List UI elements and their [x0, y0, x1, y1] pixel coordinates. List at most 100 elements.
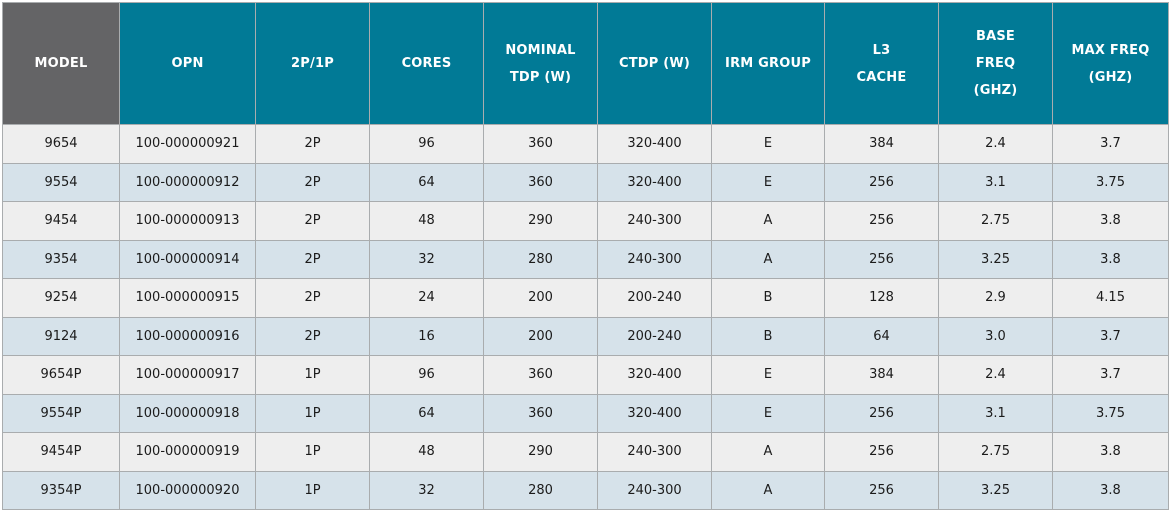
column-header-line: MAX FREQ: [1071, 42, 1150, 58]
cell-socket: 2P: [255, 201, 370, 241]
column-header-ctdp: CTDP (W): [597, 2, 712, 125]
cell-max-freq: 3.7: [1052, 316, 1169, 356]
cell-nominal-tdp: 360: [483, 355, 598, 395]
cell-opn: 100-000000919: [119, 432, 256, 472]
cell-base-freq: 2.75: [938, 201, 1053, 241]
cell-cores: 32: [369, 239, 484, 279]
cell-l3-cache: 384: [824, 355, 939, 395]
column-header-line: 2P/1P: [291, 56, 334, 71]
column-header-line: OPN: [171, 56, 204, 71]
cell-ctdp: 320-400: [597, 124, 712, 164]
cell-l3-cache: 64: [824, 316, 939, 356]
column-header-model: MODEL: [2, 2, 120, 125]
column-header-line: IRM GROUP: [725, 56, 811, 71]
cell-base-freq: 3.1: [938, 393, 1053, 433]
table-row: 9554 100-000000912 2P 64 360 320-400 E 256 3.1 3.…: [2, 162, 1169, 202]
cell-nominal-tdp: 200: [483, 316, 598, 356]
cell-nominal-tdp: 360: [483, 393, 598, 433]
cell-base-freq: 3.0: [938, 316, 1053, 356]
cell-max-freq: 4.15: [1052, 278, 1169, 318]
cell-base-freq: 3.1: [938, 162, 1053, 202]
cell-irm-group: B: [711, 278, 825, 318]
column-header-line: CACHE: [856, 69, 907, 85]
cell-l3-cache: 256: [824, 393, 939, 433]
column-header-cores: CORES: [369, 2, 484, 125]
cell-nominal-tdp: 360: [483, 124, 598, 164]
cell-l3-cache: 256: [824, 201, 939, 241]
cell-irm-group: A: [711, 239, 825, 279]
cell-model: 9354: [2, 239, 120, 279]
cell-cores: 48: [369, 432, 484, 472]
cell-nominal-tdp: 290: [483, 201, 598, 241]
column-header-max-freq: MAX FREQ (GHZ): [1052, 2, 1169, 125]
cell-model: 9454: [2, 201, 120, 241]
cell-irm-group: A: [711, 201, 825, 241]
cell-base-freq: 2.75: [938, 432, 1053, 472]
cell-l3-cache: 256: [824, 239, 939, 279]
column-header-line: FREQ: [975, 56, 1016, 71]
cell-socket: 2P: [255, 316, 370, 356]
cell-base-freq: 2.4: [938, 124, 1053, 164]
cell-cores: 16: [369, 316, 484, 356]
cell-cores: 24: [369, 278, 484, 318]
cell-model: 9254: [2, 278, 120, 318]
cell-nominal-tdp: 280: [483, 239, 598, 279]
column-header-nominal-tdp: NOMINAL TDP (W): [483, 2, 598, 125]
column-header-l3-cache: L3 CACHE: [824, 2, 939, 125]
column-header-line: (GHZ): [1088, 69, 1133, 85]
table-row: 9124 100-000000916 2P 16 200 200-240 B 64 3.0 3.7: [2, 316, 1169, 356]
cell-ctdp: 320-400: [597, 393, 712, 433]
cell-opn: 100-000000914: [119, 239, 256, 279]
processor-spec-table: MODEL OPN 2P/1P CORES NOMINAL TDP (W) CTDP (W)…: [2, 2, 1169, 510]
column-header-line: CORES: [401, 56, 452, 71]
processor-spec-table-container: MODEL OPN 2P/1P CORES NOMINAL TDP (W) CTDP (W)…: [2, 2, 1169, 510]
column-header-opn: OPN: [119, 2, 256, 125]
cell-max-freq: 3.75: [1052, 393, 1169, 433]
table-row: 9654 100-000000921 2P 96 360 320-400 E 384 2.4 3.…: [2, 124, 1169, 164]
table-body: 9654 100-000000921 2P 96 360 320-400 E 384 2.4 3.…: [2, 124, 1169, 510]
cell-model: 9454P: [2, 432, 120, 472]
cell-model: 9124: [2, 316, 120, 356]
cell-opn: 100-000000913: [119, 201, 256, 241]
column-header-line: TDP (W): [509, 69, 572, 85]
table-row: 9654P 100-000000917 1P 96 360 320-400 E 384 2.4 3…: [2, 355, 1169, 395]
cell-irm-group: B: [711, 316, 825, 356]
cell-model: 9554P: [2, 393, 120, 433]
table-row: 9254 100-000000915 2P 24 200 200-240 B 128 2.9 4.…: [2, 278, 1169, 318]
cell-ctdp: 240-300: [597, 470, 712, 510]
column-header-base-freq: BASE FREQ (GHZ): [938, 2, 1053, 125]
column-header-line: MODEL: [34, 56, 88, 71]
column-header-line: BASE: [975, 29, 1015, 44]
cell-cores: 96: [369, 124, 484, 164]
column-header-line: (GHZ): [973, 83, 1018, 98]
cell-base-freq: 3.25: [938, 239, 1053, 279]
cell-max-freq: 3.7: [1052, 124, 1169, 164]
cell-max-freq: 3.8: [1052, 470, 1169, 510]
column-header-line: NOMINAL: [505, 42, 576, 58]
cell-opn: 100-000000920: [119, 470, 256, 510]
column-header-irm-group: IRM GROUP: [711, 2, 825, 125]
cell-irm-group: E: [711, 124, 825, 164]
cell-socket: 2P: [255, 239, 370, 279]
cell-nominal-tdp: 200: [483, 278, 598, 318]
column-header-line: L3: [872, 42, 891, 58]
cell-cores: 48: [369, 201, 484, 241]
cell-nominal-tdp: 360: [483, 162, 598, 202]
cell-ctdp: 240-300: [597, 239, 712, 279]
cell-ctdp: 320-400: [597, 162, 712, 202]
cell-model: 9554: [2, 162, 120, 202]
cell-opn: 100-000000921: [119, 124, 256, 164]
cell-irm-group: E: [711, 393, 825, 433]
cell-cores: 64: [369, 162, 484, 202]
cell-ctdp: 200-240: [597, 316, 712, 356]
cell-socket: 2P: [255, 162, 370, 202]
cell-base-freq: 3.25: [938, 470, 1053, 510]
cell-cores: 64: [369, 393, 484, 433]
column-header-line: CTDP (W): [618, 56, 691, 71]
cell-nominal-tdp: 290: [483, 432, 598, 472]
cell-max-freq: 3.75: [1052, 162, 1169, 202]
cell-opn: 100-000000916: [119, 316, 256, 356]
cell-max-freq: 3.8: [1052, 432, 1169, 472]
cell-ctdp: 320-400: [597, 355, 712, 395]
table-row: 9354 100-000000914 2P 32 280 240-300 A 256 3.25 3…: [2, 239, 1169, 279]
